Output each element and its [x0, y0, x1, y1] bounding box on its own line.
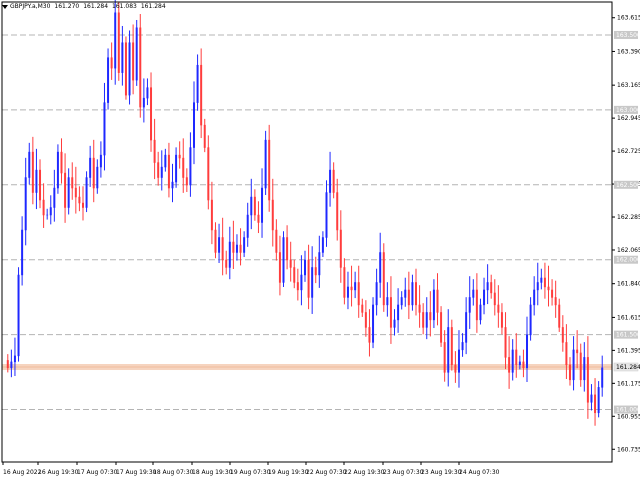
- time-tick-label: 23 Aug 07:30: [383, 469, 424, 476]
- time-tick-label: 22 Aug 19:30: [344, 469, 385, 476]
- time-tick-label: 17 Aug 19:30: [116, 469, 157, 476]
- price-tick-label: 161.615: [617, 314, 640, 321]
- price-chart[interactable]: 163.615 163.390 163.165 162.945 162.725 162.5…: [0, 0, 640, 480]
- price-level-label: 163.000: [616, 107, 640, 114]
- time-tick-label: 16 Aug 2022: [3, 469, 42, 476]
- chart-window[interactable]: 163.615 163.390 163.165 162.945 162.725 162.5…: [0, 0, 640, 480]
- time-tick-label: 23 Aug 19:30: [421, 469, 462, 476]
- price-level-label: 162.500: [616, 182, 640, 189]
- symbol-label: GBPJPY.a,M30: [10, 3, 51, 10]
- price-tick-label: 161.395: [617, 347, 640, 354]
- price-tick-label: 163.165: [617, 82, 640, 89]
- time-tick-label: 17 Aug 07:30: [77, 469, 118, 476]
- time-tick-label: 16 Aug 19:30: [38, 469, 79, 476]
- price-tick-label: 163.615: [617, 15, 640, 22]
- time-tick-label: 22 Aug 07:30: [306, 469, 347, 476]
- open-value: 161.270: [54, 3, 80, 10]
- current-price-label: 161.284: [616, 364, 640, 371]
- close-value: 161.284: [140, 3, 166, 10]
- price-tick-label: 162.285: [617, 214, 640, 221]
- chart-header: GBPJPY.a,M30 161.270 161.284 161.083 161.284: [2, 3, 170, 10]
- price-tick-label: 162.065: [617, 247, 640, 254]
- price-level-label: 163.500: [616, 32, 640, 39]
- time-tick-label: 18 Aug 19:30: [192, 469, 233, 476]
- high-value: 161.284: [83, 3, 109, 10]
- time-tick-label: 18 Aug 07:30: [153, 469, 194, 476]
- price-tick-label: 160.735: [617, 446, 640, 453]
- time-tick-label: 19 Aug 19:30: [268, 469, 309, 476]
- time-tick-label: 24 Aug 07:30: [459, 469, 500, 476]
- price-tick-label: 161.840: [617, 281, 640, 288]
- price-tick-label: 162.945: [617, 115, 640, 122]
- time-tick-label: 19 Aug 07:30: [230, 469, 271, 476]
- price-tick-label: 160.955: [617, 413, 640, 420]
- price-level-label: 161.000: [616, 407, 640, 414]
- low-value: 161.083: [112, 3, 137, 10]
- price-tick-label: 163.390: [617, 48, 640, 55]
- price-tick-label: 161.175: [617, 380, 640, 387]
- price-level-label: 161.500: [616, 332, 640, 339]
- price-level-label: 162.000: [616, 257, 640, 264]
- symbol-dropdown-icon[interactable]: [2, 4, 8, 9]
- price-tick-label: 162.725: [617, 148, 640, 155]
